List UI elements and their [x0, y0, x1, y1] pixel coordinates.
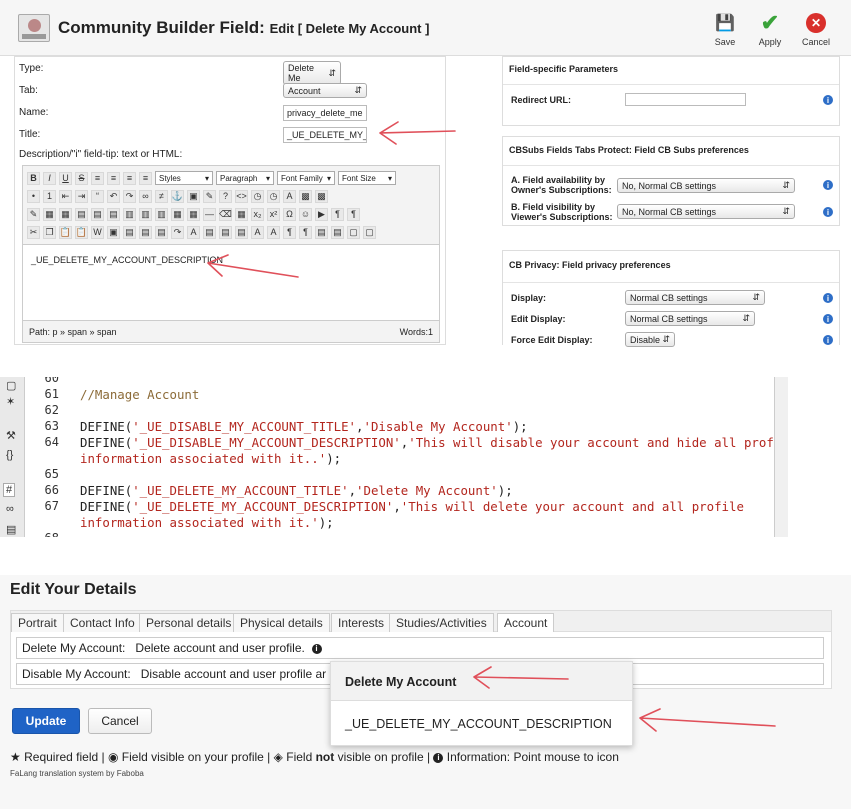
annotation-arrows	[207, 121, 776, 732]
arrow-title	[379, 121, 456, 145]
arrow-popup-title	[473, 666, 569, 689]
arrow-description	[207, 254, 299, 278]
arrow-popup-text	[639, 708, 776, 732]
